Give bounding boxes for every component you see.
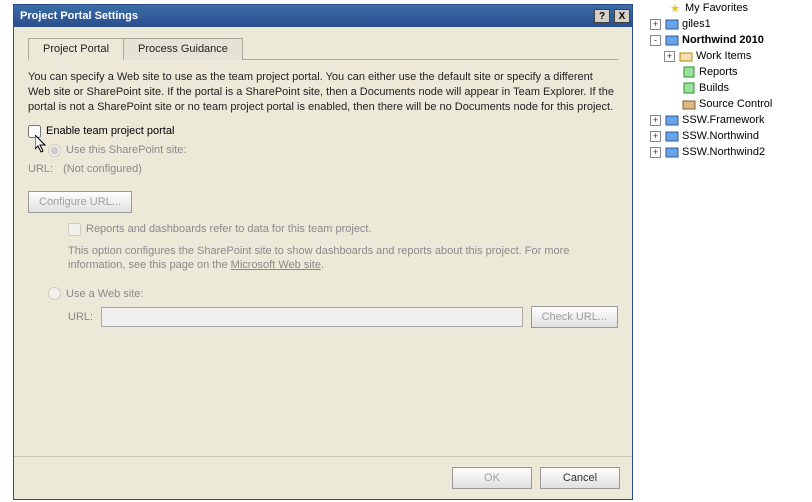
spacer [664,83,678,94]
website-url-input[interactable] [101,307,523,327]
description-text: You can specify a Web site to use as the… [28,70,618,115]
tab-project-portal[interactable]: Project Portal [28,38,124,60]
spacer [650,3,664,14]
collapse-icon[interactable]: - [650,35,661,46]
build-icon [681,80,697,96]
enable-portal-label: Enable team project portal [46,125,174,137]
help-button[interactable]: ? [594,9,610,23]
proj-icon [664,32,680,48]
website-url-row: URL: Check URL... [68,306,618,328]
expand-icon[interactable]: + [650,131,661,142]
expand-icon[interactable]: + [650,19,661,30]
tree-item-label: Source Control [699,98,772,110]
proj-icon [664,112,680,128]
tree-item-label: SSW.Northwind [682,130,759,142]
tree-item-label: giles1 [682,18,711,30]
ok-button[interactable]: OK [452,467,532,489]
tree-item[interactable]: - Northwind 2010 [640,32,810,48]
url-label: URL: [28,163,53,175]
tree-item-label: SSW.Northwind2 [682,146,765,158]
star-icon: ★ [667,0,683,16]
option-note-text2: . [321,259,324,271]
tree-item-label: Northwind 2010 [682,34,764,46]
cancel-button[interactable]: Cancel [540,467,620,489]
use-website-label: Use a Web site: [66,288,143,300]
option-note: This option configures the SharePoint si… [68,244,618,274]
proj-icon [664,16,680,32]
enable-portal-checkbox[interactable] [28,125,41,138]
website-url-label: URL: [68,311,93,323]
check-url-button[interactable]: Check URL... [531,306,618,328]
tree-item[interactable]: + giles1 [640,16,810,32]
tab-process-guidance[interactable]: Process Guidance [123,38,243,60]
tree-item[interactable]: + SSW.Northwind2 [640,144,810,160]
buttonbar: OK Cancel [14,456,632,499]
reports-row: Reports and dashboards refer to data for… [68,223,618,236]
tree-item[interactable]: Source Control [640,96,810,112]
reports-checkbox[interactable] [68,223,81,236]
expand-icon[interactable]: + [650,147,661,158]
tree-item-label: My Favorites [685,2,748,14]
reports-label: Reports and dashboards refer to data for… [86,223,372,235]
proj-icon [664,144,680,160]
expand-icon[interactable]: + [650,115,661,126]
dialog-title: Project Portal Settings [20,10,138,22]
tree-item[interactable]: Reports [640,64,810,80]
tree-item[interactable]: + SSW.Framework [640,112,810,128]
expand-icon[interactable]: + [664,51,675,62]
spacer [664,99,678,110]
use-sharepoint-label: Use this SharePoint site: [66,144,186,156]
tree-item-label: Reports [699,66,738,78]
close-button[interactable]: X [614,9,630,23]
use-sharepoint-radio[interactable] [48,144,61,157]
titlebar[interactable]: Project Portal Settings ? X [14,5,632,27]
report-icon [681,64,697,80]
src-icon [681,96,697,112]
tree-item[interactable]: + SSW.Northwind [640,128,810,144]
tabstrip: Project Portal Process Guidance [28,37,618,60]
cursor-icon [35,135,49,155]
use-website-radio[interactable] [48,287,61,300]
sp-url-row: URL: (Not configured) [28,163,618,175]
project-portal-dialog: Project Portal Settings ? X Project Port… [13,4,633,500]
spacer [664,67,678,78]
url-not-configured: (Not configured) [63,163,142,175]
tree-item[interactable]: + Work Items [640,48,810,64]
configure-url-button[interactable]: Configure URL... [28,191,132,213]
use-sharepoint-row: Use this SharePoint site: [48,144,618,157]
team-explorer-tree: ★My Favorites + giles1 - Northwind 2010 + Work… [640,0,810,160]
tree-item[interactable]: Builds [640,80,810,96]
tree-item-label: Work Items [696,50,751,62]
tree-item-label: SSW.Framework [682,114,765,126]
dialog-body: Project Portal Process Guidance You can … [14,27,632,456]
tree-item-label: Builds [699,82,729,94]
use-website-row: Use a Web site: [48,287,618,300]
enable-portal-row: Enable team project portal [28,125,618,138]
folder-icon [678,48,694,64]
proj-icon [664,128,680,144]
microsoft-link[interactable]: Microsoft Web site [231,259,321,271]
tree-item[interactable]: ★My Favorites [640,0,810,16]
